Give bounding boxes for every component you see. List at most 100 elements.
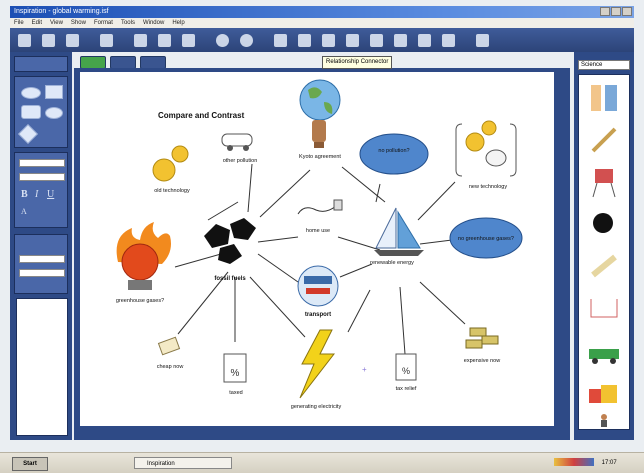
gears-icon[interactable] bbox=[152, 145, 189, 182]
plug-icon[interactable] bbox=[297, 199, 343, 215]
start-button[interactable]: Start bbox=[12, 457, 48, 471]
diamond-shape-icon[interactable] bbox=[18, 124, 38, 144]
burning-globe-icon[interactable] bbox=[116, 222, 171, 290]
splat-clipart-icon[interactable] bbox=[585, 207, 623, 241]
rapidfire-icon[interactable] bbox=[298, 33, 311, 47]
paintbrush-clipart-icon[interactable] bbox=[585, 123, 623, 157]
menu-tools[interactable]: Tools bbox=[121, 18, 135, 28]
link-transport-renewable[interactable] bbox=[339, 263, 373, 278]
italic-icon[interactable]: I bbox=[35, 189, 38, 200]
taskbar-app-button[interactable]: Inspiration bbox=[134, 457, 232, 469]
easel-clipart-icon[interactable] bbox=[585, 165, 623, 199]
create-topic-icon[interactable] bbox=[274, 33, 287, 47]
redo-icon[interactable] bbox=[240, 33, 253, 47]
new-document-icon[interactable] bbox=[18, 33, 31, 47]
copy-icon[interactable] bbox=[158, 33, 171, 47]
link-renewable-nopollution[interactable] bbox=[375, 183, 381, 203]
person-clipart-icon[interactable] bbox=[585, 413, 623, 447]
people-clipart-icon[interactable] bbox=[585, 81, 623, 115]
rounded-shape-icon[interactable] bbox=[21, 105, 41, 119]
note-icon[interactable] bbox=[394, 33, 407, 47]
menu-window[interactable]: Window bbox=[143, 18, 164, 28]
arrange-icon[interactable] bbox=[346, 33, 359, 47]
tax-percent-icon[interactable]: % bbox=[223, 353, 247, 383]
cut-icon[interactable] bbox=[134, 33, 147, 47]
globe-icon[interactable] bbox=[299, 79, 341, 148]
menu-help[interactable]: Help bbox=[172, 18, 184, 28]
link-home-renewable[interactable] bbox=[337, 236, 381, 251]
line-width-select[interactable] bbox=[19, 269, 65, 277]
transfer-icon[interactable] bbox=[476, 33, 489, 47]
view-tools-block bbox=[14, 56, 68, 72]
print-icon[interactable] bbox=[100, 33, 113, 47]
money-icon[interactable] bbox=[157, 336, 181, 356]
train-clipart-icon[interactable] bbox=[585, 333, 623, 367]
symbol-category-select[interactable]: Science bbox=[578, 60, 630, 70]
lightning-icon[interactable] bbox=[299, 329, 336, 399]
label-kyoto[interactable]: Kyoto agreement bbox=[299, 154, 341, 160]
font-name-select[interactable] bbox=[19, 159, 65, 167]
minimize-button[interactable] bbox=[600, 7, 610, 16]
link-fossil-transport[interactable] bbox=[257, 253, 299, 283]
font-size-select[interactable] bbox=[19, 173, 65, 181]
symbol-list[interactable] bbox=[578, 74, 630, 430]
label-home-use[interactable]: home use bbox=[306, 228, 330, 234]
link-fossil-oldtech[interactable] bbox=[207, 201, 239, 221]
zoom-icon[interactable] bbox=[370, 33, 383, 47]
blocks-clipart-icon[interactable] bbox=[585, 375, 623, 409]
label-generating-electricity[interactable]: generating electricity bbox=[291, 404, 342, 410]
no-greenhouse-bubble[interactable]: no greenhouse gases? bbox=[449, 217, 523, 259]
undo-icon[interactable] bbox=[216, 33, 229, 47]
diagram-canvas[interactable]: Compare and Contrast other pollution Kyo… bbox=[80, 72, 554, 426]
rect-shape-icon[interactable] bbox=[45, 85, 63, 99]
label-expensive-now[interactable]: expensive now bbox=[464, 358, 500, 364]
hyperlink-icon[interactable] bbox=[418, 33, 431, 47]
menu-file[interactable]: File bbox=[14, 18, 24, 28]
no-pollution-bubble[interactable]: no pollution? bbox=[359, 133, 429, 175]
underline-icon[interactable]: U bbox=[47, 189, 54, 200]
outline-view-icon[interactable] bbox=[442, 33, 455, 47]
maximize-button[interactable] bbox=[611, 7, 621, 16]
label-cheap-now[interactable]: cheap now bbox=[157, 364, 184, 370]
link-renewable-newtech[interactable] bbox=[417, 181, 456, 221]
tax-relief-icon[interactable]: % bbox=[395, 353, 417, 381]
text-color-icon[interactable]: A bbox=[21, 207, 27, 216]
car-icon[interactable] bbox=[221, 133, 253, 151]
menu-view[interactable]: View bbox=[50, 18, 63, 28]
transport-icon[interactable] bbox=[297, 265, 339, 307]
link-fossil-electricity[interactable] bbox=[249, 276, 306, 338]
label-greenhouse-gases[interactable]: greenhouse gases? bbox=[116, 298, 164, 304]
link-renewable-expensive[interactable] bbox=[419, 281, 466, 325]
money-stacks-icon[interactable] bbox=[465, 327, 499, 349]
bracket-clipart-icon[interactable] bbox=[585, 291, 623, 325]
link-fossil-other[interactable] bbox=[247, 163, 253, 213]
relationship-connector-icon[interactable] bbox=[322, 33, 335, 47]
sailboat-icon[interactable] bbox=[374, 207, 424, 256]
label-old-technology[interactable]: old technology bbox=[154, 188, 190, 194]
link-electricity-renewable[interactable] bbox=[347, 289, 371, 333]
bone-clipart-icon[interactable] bbox=[585, 249, 623, 283]
link-fossil-kyoto[interactable] bbox=[259, 169, 311, 218]
bold-icon[interactable]: B bbox=[21, 189, 28, 200]
label-fossil-fuels[interactable]: fossil fuels bbox=[214, 276, 246, 282]
label-other-pollution[interactable]: other pollution bbox=[223, 158, 258, 164]
menu-edit[interactable]: Edit bbox=[32, 18, 42, 28]
label-transport[interactable]: transport bbox=[305, 312, 331, 318]
link-renewable-nogreenhouse[interactable] bbox=[419, 239, 453, 245]
oval-shape-icon[interactable] bbox=[21, 87, 41, 99]
link-fossil-home[interactable] bbox=[257, 236, 299, 243]
menu-show[interactable]: Show bbox=[71, 18, 86, 28]
link-renewable-taxrelief[interactable] bbox=[399, 286, 406, 355]
label-new-technology[interactable]: new technology bbox=[469, 184, 507, 190]
line-style-select[interactable] bbox=[19, 255, 65, 263]
close-button[interactable] bbox=[622, 7, 632, 16]
cloud-shape-icon[interactable] bbox=[45, 107, 63, 119]
open-folder-icon[interactable] bbox=[42, 33, 55, 47]
save-icon[interactable] bbox=[66, 33, 79, 47]
paste-icon[interactable] bbox=[182, 33, 195, 47]
label-tax-relief[interactable]: tax relief bbox=[396, 386, 417, 392]
menu-format[interactable]: Format bbox=[94, 18, 113, 28]
gears-bulb-icon[interactable] bbox=[455, 120, 517, 177]
label-taxed[interactable]: taxed bbox=[229, 390, 242, 396]
label-renewable-energy[interactable]: renewable energy bbox=[370, 260, 414, 266]
